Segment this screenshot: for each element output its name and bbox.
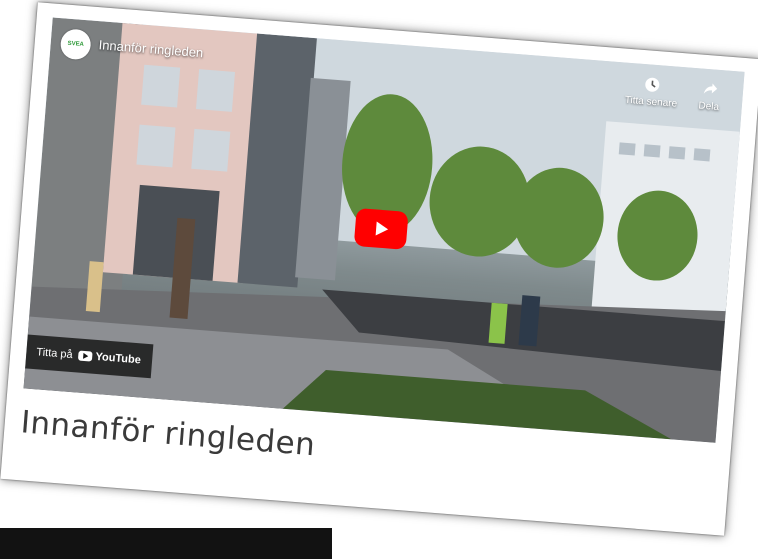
youtube-label: YouTube — [95, 350, 142, 367]
share-arrow-icon — [703, 83, 718, 94]
clock-icon — [645, 77, 660, 92]
video-card: SVEA Innanför ringleden Titta senare Del… — [0, 2, 758, 536]
play-button[interactable] — [353, 207, 409, 250]
youtube-embed[interactable]: SVEA Innanför ringleden Titta senare Del… — [23, 17, 745, 443]
play-icon — [375, 221, 389, 236]
watch-on-label: Titta på — [35, 346, 74, 362]
youtube-logo-icon — [78, 350, 93, 362]
channel-logo-text: SVEA — [67, 40, 85, 48]
dark-frame-edge — [0, 528, 332, 559]
caption-title: Innanför ringleden — [19, 404, 317, 464]
youtube-logo: YouTube — [78, 350, 142, 367]
share-label: Dela — [698, 100, 720, 114]
share-button[interactable]: Dela — [673, 79, 744, 115]
